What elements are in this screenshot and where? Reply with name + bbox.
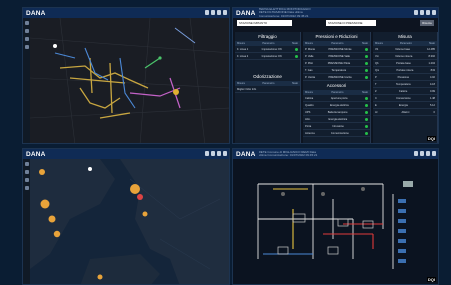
bell-icon[interactable] (217, 151, 221, 156)
logout-icon[interactable] (223, 151, 227, 156)
table-row[interactable]: T Temperatura 14.8 (373, 81, 437, 88)
logout-icon[interactable] (432, 151, 436, 156)
layers-icon[interactable] (24, 178, 29, 182)
bell-icon[interactable] (426, 151, 430, 156)
table-row[interactable]: Porta Intrusione (303, 123, 370, 130)
status-ok-icon (365, 103, 368, 107)
station-info: TERNA ELETTRICA MONITORAGGIO RETE FILTRA… (258, 7, 311, 18)
table-row[interactable]: P. Monte PRESSIONE Monte (303, 46, 370, 53)
region-map-panel: DANA (22, 148, 230, 285)
logout-icon[interactable] (223, 10, 227, 15)
station-info: RETE Comune di MIGLIANICO REMI Data ulti… (258, 150, 318, 157)
settings-icon[interactable] (414, 151, 418, 156)
table-row[interactable]: UPS Batteria tampone (303, 109, 370, 116)
user-icon[interactable] (420, 151, 424, 156)
table-row[interactable]: Quadro Energia elettrica (303, 102, 370, 109)
corner-logo: DQI (426, 136, 436, 141)
chart-icon[interactable] (24, 186, 29, 190)
status-ok-icon (364, 110, 368, 114)
table-row[interactable]: Qb Portata base 1.204 (373, 60, 437, 67)
table-row[interactable]: T. Gas Temperatura (303, 67, 370, 74)
table-row[interactable]: Antenna Comunicazione (303, 130, 370, 137)
brand-logo: DANA (26, 150, 46, 158)
table-row[interactable]: F. Linea 2 Impostazione ON (235, 53, 300, 60)
home-icon[interactable] (24, 162, 29, 166)
table-row[interactable]: Cabina Apertura porta (303, 95, 370, 102)
sidebar (23, 18, 30, 143)
table-row[interactable]: P. Uscita PRESSIONE Uscita (303, 74, 370, 81)
status-ok-icon (294, 54, 298, 58)
corner-logo: DQI (426, 277, 436, 282)
status-ok-icon (365, 47, 368, 51)
app-header: DANA (23, 149, 229, 159)
bell-icon[interactable] (217, 10, 221, 15)
table-row[interactable]: Vm Volume misura 8.302 (373, 53, 437, 60)
brand-logo: DANA (236, 150, 256, 158)
network-map[interactable] (30, 18, 230, 144)
misura-title: Misura (398, 34, 412, 39)
map-icon[interactable] (24, 29, 29, 33)
status-ok-icon (294, 47, 298, 51)
network-map-panel: DANA (22, 7, 230, 144)
settings-icon[interactable] (205, 10, 209, 15)
status-ok-icon (365, 68, 368, 72)
table-row[interactable]: C Conversione 1.48 (373, 95, 437, 102)
settings-icon[interactable] (205, 151, 209, 156)
logout-icon[interactable] (432, 10, 436, 15)
sidebar (23, 159, 30, 284)
brand-logo: DANA (26, 9, 46, 17)
plant-schematic[interactable] (233, 159, 439, 285)
table-row[interactable]: Z Fattore 0.99 (373, 88, 437, 95)
table-row[interactable]: Qm Portata misura 843 (373, 67, 437, 74)
region-map[interactable] (30, 159, 230, 285)
layers-icon[interactable] (24, 37, 29, 41)
status-ok-icon (364, 75, 368, 79)
table-row[interactable]: E Energia 5.12 (373, 102, 437, 109)
plant-schematic-panel: DANA RETE Comune di MIGLIANICO REMI Data… (232, 148, 439, 285)
user-icon[interactable] (211, 10, 215, 15)
status-ok-icon (365, 131, 368, 135)
table-row[interactable]: P. Pilot PRESSIONE Pilota (303, 60, 370, 67)
station-dashboard-panel: DANA TERNA ELETTRICA MONITORAGGIO RETE F… (232, 7, 439, 144)
user-icon[interactable] (420, 10, 424, 15)
user-icon[interactable] (211, 151, 215, 156)
settings-icon[interactable] (414, 10, 418, 15)
app-header: DANA RETE Comune di MIGLIANICO REMI Data… (233, 149, 438, 159)
misura-column: Misura Misura Parametro Stato Vb Volume bas… (373, 32, 438, 143)
pressure-select[interactable]: STAZIONE DI PRESSIONE (326, 20, 376, 26)
table-row[interactable]: F. Linea 1 Impostazione ON (235, 46, 300, 53)
table-row[interactable]: Miglior Odor Info (235, 86, 300, 93)
pressioni-title: Pressioni e Riduzioni (315, 34, 358, 39)
table-row[interactable]: P. Valle PRESSIONE Valle (303, 53, 370, 60)
brand-logo: DANA (236, 9, 256, 17)
table-row[interactable]: Vb Volume base 12.485 (373, 46, 437, 53)
status-ok-icon (364, 96, 368, 100)
app-header: DANA TERNA ELETTRICA MONITORAGGIO RETE F… (233, 8, 438, 18)
map-icon[interactable] (24, 170, 29, 174)
station-select[interactable]: STAZIONE IMPIANTO (237, 20, 292, 26)
table-row[interactable]: P Pressione 4.02 (373, 74, 437, 81)
table-row[interactable]: Alim. Energia elettrica (303, 116, 370, 123)
accessori-title: Accessori (326, 83, 347, 88)
home-icon[interactable] (24, 21, 29, 25)
chart-icon[interactable] (24, 45, 29, 49)
status-ok-icon (364, 54, 368, 58)
search-button[interactable]: Ricerca (420, 20, 434, 26)
app-header: DANA (23, 8, 229, 18)
status-ok-icon (364, 124, 368, 128)
filter-toolbar: STAZIONE IMPIANTO STAZIONE DI PRESSIONE … (233, 18, 438, 28)
pressioni-column: Pressioni e Riduzioni Misura Parametro Sta… (303, 32, 371, 143)
filtraggio-title: Filtraggio (258, 34, 277, 39)
status-ok-icon (364, 61, 368, 65)
odorizzazione-title: Odorizzazione (253, 74, 282, 79)
status-ok-icon (364, 117, 368, 121)
bell-icon[interactable] (426, 10, 430, 15)
filtraggio-column: Filtraggio Misura Parametro Stato F. Linea… (235, 32, 301, 143)
table-row[interactable]: Al Allarmi 0 (373, 109, 437, 116)
